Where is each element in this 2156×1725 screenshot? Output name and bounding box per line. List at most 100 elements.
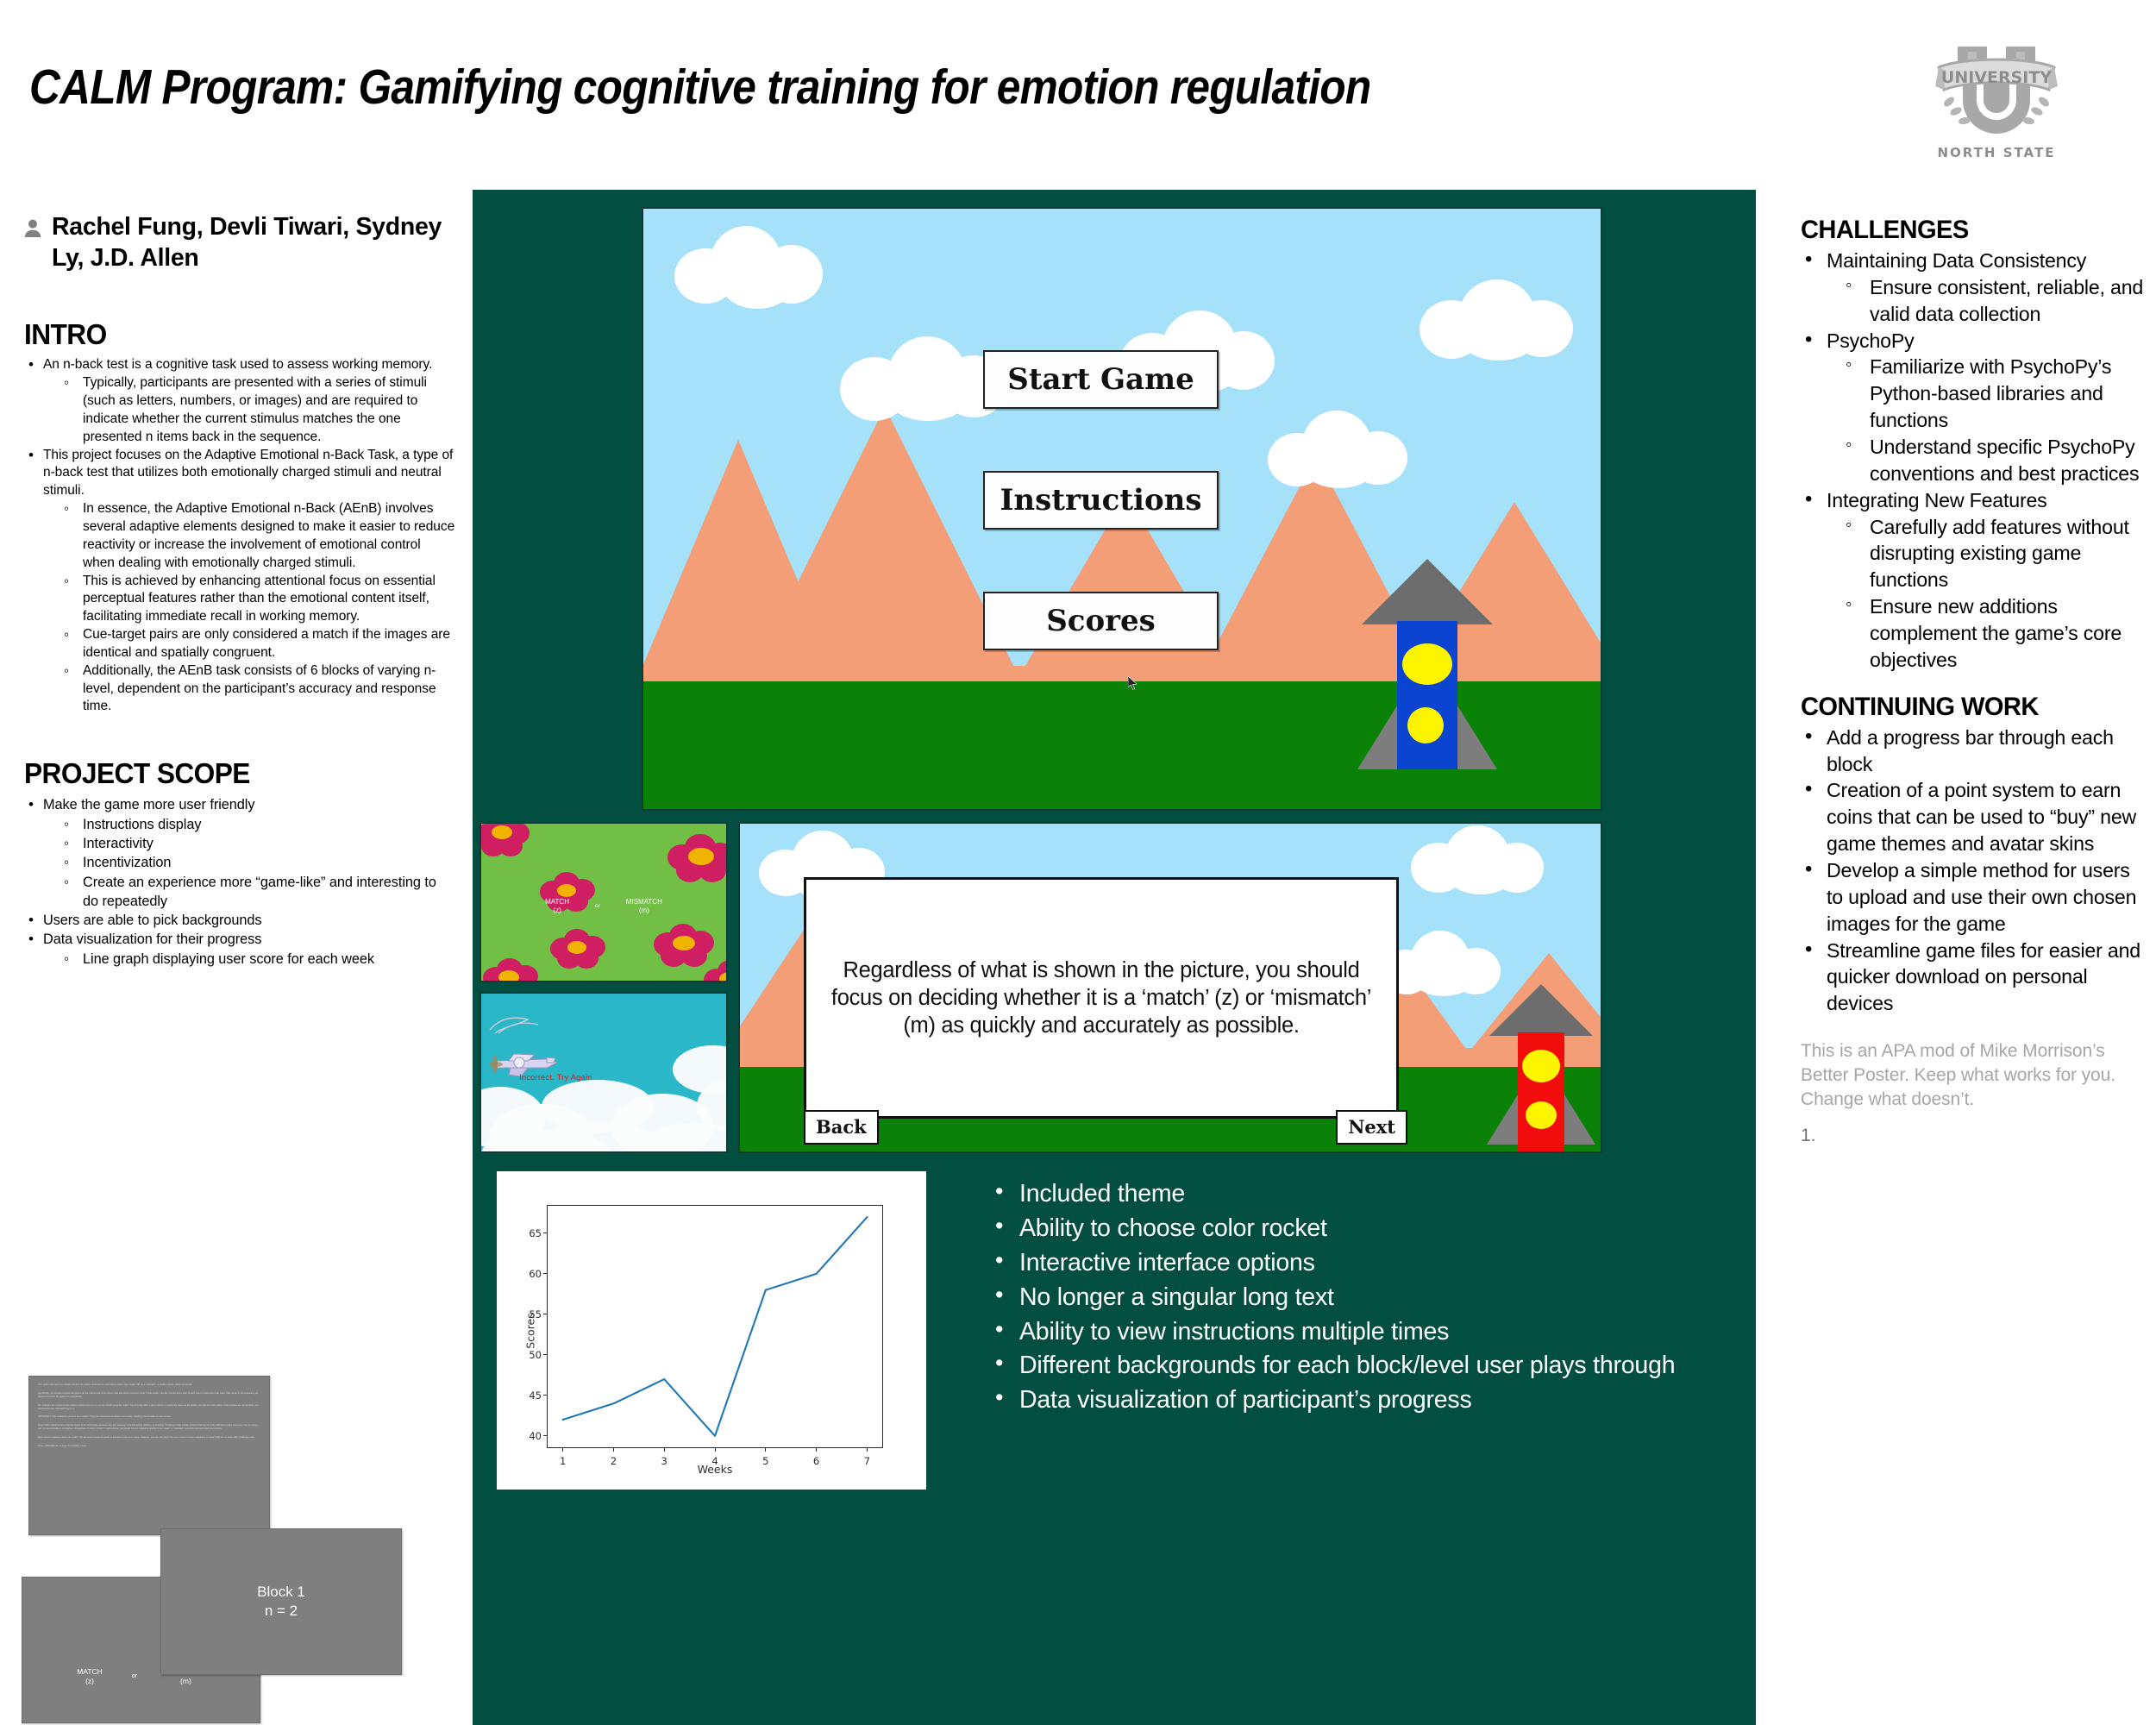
list-item: Instructions display [62,815,455,834]
logo-bottom-text: NORTH STATE [1938,145,2056,160]
paragraph: Press <SPACEBAR> to begin the practice r… [38,1444,87,1447]
sub-list: Line graph displaying user score for eac… [43,950,455,969]
scores-label: Scores [1046,604,1156,638]
chart-plot-area: 40 45 50 55 60 65 1 2 3 4 5 6 7 [529,1205,883,1467]
bullet-text: Maintaining Data Consistency [1827,248,2146,274]
chart-x-tickmark [562,1447,564,1452]
chart-y-axis-label: Scores [523,1312,537,1349]
next-label: Next [1348,1116,1395,1138]
bullet-text: In essence, the Adaptive Emotional n-Bac… [83,500,455,572]
sub-list: Familiarize with PsychoPy’s Python-based… [1827,354,2146,486]
list-item: Interactive interface options [990,1245,1732,1280]
list-item: PsychoPy Familiarize with PsychoPy’s Pyt… [1801,328,2146,487]
chart-x-tickmark [816,1447,818,1452]
instructions-next-button[interactable]: Next [1336,1110,1407,1145]
paragraph: Each correct response counts as 1 point.… [38,1436,255,1439]
university-logo: UNIVERSITY NORTH STATE [1935,47,2058,160]
sub-list: Carefully add features without disruptin… [1827,514,2146,674]
mismatch-key: (m) [638,906,649,914]
list-item: No longer a singular long text [990,1280,1732,1314]
bullet-text: Streamline game files for easier and qui… [1827,938,2146,1018]
bullet-text: Integrating New Features [1827,487,2146,514]
scores-button[interactable]: Scores [983,592,1219,650]
bullet-text: This is achieved by enhancing attentiona… [83,573,455,627]
continuing-work-bullet-list: Add a progress bar through each block Cr… [1801,724,2146,1017]
paragraph: Specifically, you should compare the pic… [38,1391,259,1398]
bullet-text: An n-back test is a cognitive task used … [43,356,455,374]
bullet-text: Ability to choose color rocket [1019,1214,1327,1242]
paragraph: 'Easy' trials include pictures that are … [38,1424,259,1431]
bullet-text: Cue-target pairs are only considered a m… [83,626,455,662]
list-item: Ability to view instructions multiple ti… [990,1314,1732,1349]
sub-list: Typically, participants are presented wi… [43,374,455,446]
rocket-window-small [1526,1101,1557,1129]
bullet-text: Data visualization for their progress [43,930,455,949]
n-level-label: n = 2 [264,1603,298,1619]
list-item: Add a progress bar through each block [1801,724,2146,778]
list-item: Carefully add features without disruptin… [1844,514,2146,594]
bullet-text: Interactive interface options [1019,1248,1315,1276]
list-item: Incentivization [62,853,455,872]
bullet-text: Add a progress bar through each block [1827,724,2146,778]
match-key: (z) [553,906,561,914]
list-item: Familiarize with PsychoPy’s Python-based… [1844,354,2146,434]
list-item: Additionally, the AEnB task consists of … [62,662,455,717]
game-instructions-screenshot: Regardless of what is shown in the pictu… [738,822,1602,1153]
bullet-text: Understand specific PsychoPy conventions… [1870,434,2146,487]
intro-bullet-list: An n-back test is a cognitive task used … [24,356,455,716]
list-item: Included theme [990,1176,1732,1211]
footer-page-number: 1. [1801,1125,1816,1145]
rocket-fin-left [1357,706,1397,769]
bullet-text: Incentivization [83,853,455,872]
challenges-heading: CHALLENGES [1801,216,1969,244]
bullet-text: Creation of a point system to earn coins… [1827,777,2146,857]
list-item: Ensure new additions complement the game… [1844,593,2146,674]
cloud-background-screenshot: Incorrect. Try Again [479,992,728,1153]
bullet-text: Line graph displaying user score for eac… [83,950,455,969]
list-item: Maintaining Data Consistency Ensure cons… [1801,248,2146,328]
mouse-cursor-icon [1128,676,1138,690]
bullet-text: Ability to view instructions multiple ti… [1019,1317,1450,1346]
chart-y-tick: 40 [529,1429,542,1442]
list-item: An n-back test is a cognitive task used … [24,356,455,446]
list-item: Users are able to pick backgrounds [24,911,455,930]
list-item: In essence, the Adaptive Emotional n-Bac… [62,500,455,572]
flower-background-screenshot: MATCH (z) or MISMATCH (m) [479,822,728,982]
instructions-button[interactable]: Instructions [983,471,1219,530]
block-label: Block 1 [257,1583,305,1600]
match-label: MATCH [77,1666,103,1676]
rocket-nose-cone [1362,559,1493,624]
results-bullet-list: Included theme Ability to choose color r… [990,1176,1732,1419]
list-item: Data visualization for their progress Li… [24,930,455,969]
instructions-body-text: Regardless of what is shown in the pictu… [830,957,1372,1038]
chart-line-path [561,1216,868,1437]
bullet-text: Different backgrounds for each block/lev… [1019,1352,1676,1380]
mismatch-key: (m) [180,1677,191,1685]
match-key: (z) [85,1677,94,1685]
rocket-window-large [1402,643,1452,685]
bullet-text: Ensure consistent, reliable, and valid d… [1870,274,2146,328]
chart-y-tick: 65 [529,1226,542,1239]
match-label: MATCH [545,898,569,906]
list-item: Develop a simple method for users to upl… [1801,857,2146,938]
start-game-button[interactable]: Start Game [983,350,1219,409]
bullet-text: Typically, participants are presented wi… [83,374,455,446]
chart-x-tickmark [765,1447,767,1452]
bullet-text: Additionally, the AEnB task consists of … [83,662,455,717]
start-game-label: Start Game [1007,362,1194,397]
flower [667,834,726,886]
list-item: Make the game more user friendly Instruc… [24,795,455,911]
chart-y-tick: 45 [529,1389,542,1402]
game-main-menu-screenshot: Start Game Instructions Scores [642,207,1602,811]
instructions-label: Instructions [1000,483,1202,518]
mismatch-label: MISMATCH [625,898,662,906]
bullet-text: Create an experience more “game-like” an… [83,873,455,912]
rocket-nose-cone [1489,984,1593,1036]
instructions-back-button[interactable]: Back [804,1110,879,1145]
instructions-card: Regardless of what is shown in the pictu… [804,877,1399,1119]
list-item: This is achieved by enhancing attentiona… [62,573,455,627]
back-label: Back [816,1116,867,1138]
footer-credit-note: This is an APA mod of Mike Morrison’s Be… [1801,1041,2115,1110]
chart-y-tickmark [543,1273,548,1275]
bullet-text: Make the game more user friendly [43,795,455,814]
